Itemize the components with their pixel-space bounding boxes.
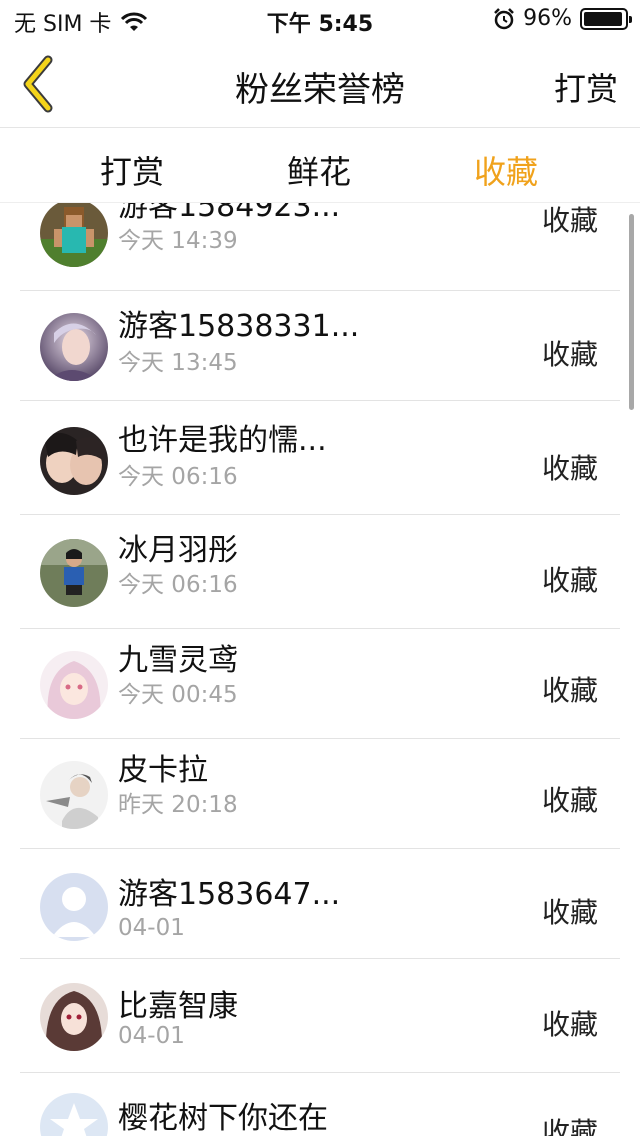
tab-reward[interactable]: 打赏 — [72, 147, 192, 193]
action-label: 收藏 — [541, 896, 598, 929]
list-item[interactable]: 冰月羽彤 今天 06:16 收藏 — [20, 519, 620, 629]
couple-photo-avatar — [40, 427, 108, 495]
person-photo-avatar — [40, 539, 108, 607]
user-name: 九雪灵鸢 — [118, 643, 238, 678]
list-item[interactable]: 九雪灵鸢 今天 00:45 收藏 — [20, 629, 620, 739]
anime-girl-avatar — [40, 651, 108, 719]
user-name: 游客15838331... — [118, 309, 360, 344]
item-time: 今天 06:16 — [118, 464, 238, 490]
item-time: 04-01 — [118, 915, 185, 941]
action-label: 收藏 — [541, 784, 598, 817]
tab-bar: 打赏 鲜花 收藏 — [0, 129, 640, 203]
list-item[interactable]: 游客1583647... 04-01 收藏 — [20, 849, 620, 959]
action-label: 收藏 — [541, 204, 598, 237]
list-item[interactable]: 游客1584923... 今天 14:39 收藏 — [20, 203, 620, 291]
default-logo-avatar — [40, 1093, 108, 1136]
scrollbar[interactable] — [629, 214, 634, 410]
alarm-icon — [494, 7, 514, 29]
list-item[interactable]: 比嘉智康 04-01 收藏 — [20, 963, 620, 1073]
minecraft-character-avatar — [40, 203, 108, 267]
item-time: 今天 00:45 — [118, 682, 238, 708]
sketch-avatar — [40, 761, 108, 829]
action-label: 收藏 — [541, 1116, 598, 1136]
list-item[interactable]: 樱花树下你还在 收藏 — [20, 1073, 620, 1136]
action-label: 收藏 — [541, 338, 598, 371]
battery-icon — [580, 7, 632, 30]
user-name: 樱花树下你还在 — [118, 1101, 328, 1136]
battery-level — [584, 11, 623, 26]
user-name: 也许是我的懦... — [118, 423, 327, 458]
status-right: 96% — [493, 6, 632, 31]
anime-character-avatar — [40, 313, 108, 381]
reward-button[interactable]: 打赏 — [554, 64, 618, 110]
battery-percent: 96% — [523, 6, 572, 31]
page-title: 粉丝荣誉榜 — [235, 70, 405, 110]
user-name: 皮卡拉 — [118, 753, 208, 788]
list-item[interactable]: 也许是我的懦... 今天 06:16 收藏 — [20, 405, 620, 515]
fan-list[interactable]: 游客1584923... 今天 14:39 收藏 游客15838331... 今… — [20, 203, 620, 1136]
list-item[interactable]: 游客15838331... 今天 13:45 收藏 — [20, 291, 620, 401]
navigation-bar: 粉丝荣誉榜 打赏 — [0, 40, 640, 128]
default-user-avatar — [40, 873, 108, 941]
list-item[interactable]: 皮卡拉 昨天 20:18 收藏 — [20, 739, 620, 849]
action-label: 收藏 — [541, 452, 598, 485]
item-time: 今天 06:16 — [118, 572, 238, 598]
user-name: 游客1583647... — [118, 877, 341, 912]
item-time: 今天 14:39 — [118, 228, 238, 254]
tab-flowers[interactable]: 鲜花 — [259, 147, 379, 193]
user-name: 比嘉智康 — [118, 989, 238, 1024]
action-label: 收藏 — [541, 674, 598, 707]
item-time: 04-01 — [118, 1023, 185, 1049]
item-time: 昨天 20:18 — [118, 792, 238, 818]
item-time: 今天 13:45 — [118, 350, 238, 376]
status-bar: 无 SIM 卡 下午 5:45 96% — [0, 0, 640, 40]
anime-girl-avatar — [40, 983, 108, 1051]
action-label: 收藏 — [541, 564, 598, 597]
tab-favorites[interactable]: 收藏 — [446, 147, 566, 193]
action-label: 收藏 — [541, 1008, 598, 1041]
user-name: 冰月羽彤 — [118, 533, 238, 568]
